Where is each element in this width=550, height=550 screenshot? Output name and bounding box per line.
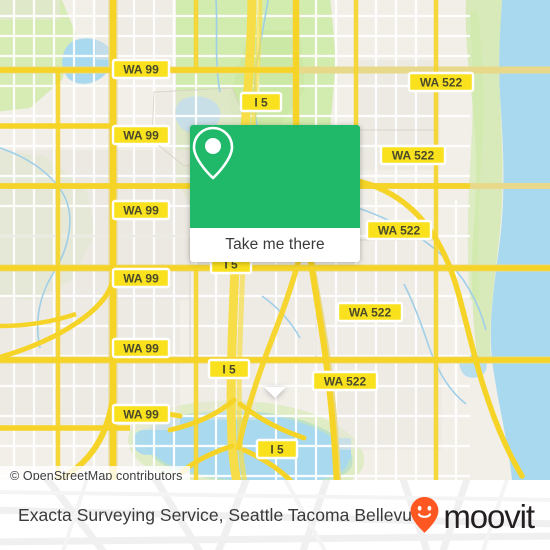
highway-shield: WA 99 [111, 403, 171, 425]
highway-shield: WA 522 [407, 71, 475, 93]
highway-shield: WA 99 [111, 337, 171, 359]
highway-shield: WA 522 [311, 370, 379, 392]
highway-shield-label: WA 99 [123, 271, 159, 285]
map-popup[interactable]: Take me there [190, 125, 360, 398]
highway-shield: WA 99 [111, 267, 171, 289]
footer-bar: Exacta Surveying Service, Seattle Tacoma… [0, 480, 550, 550]
highway-shield-label: WA 522 [324, 374, 367, 388]
take-me-there-label: Take me there [225, 236, 325, 253]
osm-attribution-text: © OpenStreetMap contributors [10, 469, 183, 480]
highway-shield: I 5 [239, 91, 283, 113]
map-screenshot: WA 99 I 5 WA 522 WA 99 WA 522 WA 99 WA 522 I 5 W… [0, 0, 550, 550]
highway-shield-label: I 5 [222, 362, 236, 376]
highway-shield-label: WA 99 [123, 203, 159, 217]
highway-shield-label: WA 99 [123, 128, 159, 142]
highway-shield: WA 522 [336, 301, 404, 323]
highway-shield: WA 99 [111, 199, 171, 221]
highway-shield: I 5 [207, 358, 251, 380]
popup-pointer [264, 387, 286, 398]
highway-shield: I 5 [255, 438, 299, 460]
highway-shield-label: WA 99 [123, 62, 159, 76]
highway-shield-label: WA 522 [378, 223, 421, 237]
moovit-logo[interactable]: moovit [409, 480, 535, 550]
highway-shield-label: WA 522 [420, 75, 463, 89]
map-canvas[interactable]: WA 99 I 5 WA 522 WA 99 WA 522 WA 99 WA 522 I 5 W… [0, 0, 550, 480]
take-me-there-button[interactable]: Take me there [190, 228, 360, 262]
place-title: Exacta Surveying Service, Seattle Tacoma… [18, 480, 422, 550]
highway-shield: WA 99 [111, 58, 171, 80]
highway-shield-label: WA 99 [123, 341, 159, 355]
highway-shield: WA 522 [365, 219, 433, 241]
highway-shield-label: I 5 [254, 95, 268, 109]
location-pin-icon [192, 126, 234, 180]
place-title-text: Exacta Surveying Service, Seattle Tacoma… [18, 504, 422, 525]
moovit-wordmark: moovit [443, 497, 535, 535]
highway-shield-label: I 5 [270, 442, 284, 456]
popup-header [190, 125, 360, 228]
highway-shield: WA 522 [379, 144, 447, 166]
highway-shield-label: WA 522 [392, 148, 435, 162]
highway-shield-label: WA 99 [123, 407, 159, 421]
highway-shield-label: WA 522 [349, 305, 392, 319]
highway-shield: WA 99 [111, 124, 171, 146]
moovit-smiley-pin-icon [410, 497, 439, 533]
osm-attribution[interactable]: © OpenStreetMap contributors [0, 466, 190, 480]
